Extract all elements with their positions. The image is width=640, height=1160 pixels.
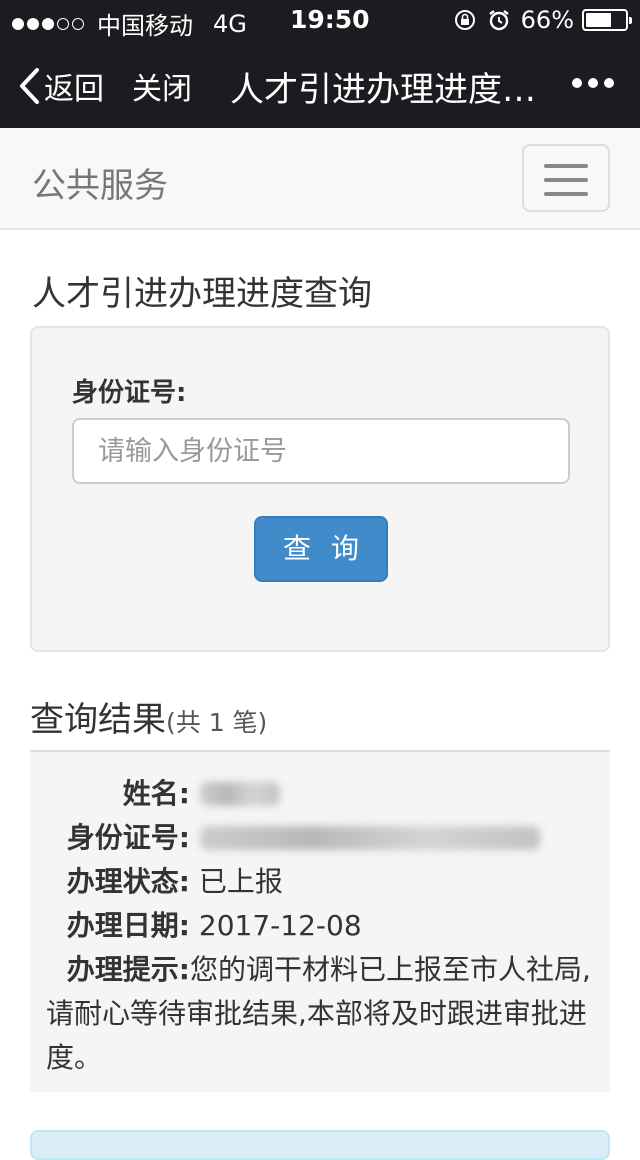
search-button[interactable]: 查询 xyxy=(254,516,388,582)
carrier-name: 中国移动 xyxy=(97,12,193,40)
result-panel: 姓名: 身份证号: 办理状态: 已上报 办理日期: 2017-12-08 办理提… xyxy=(30,752,610,1092)
result-row-date: 办理日期: 2017-12-08 xyxy=(46,904,362,944)
query-form: 身份证号: 查询 xyxy=(30,326,610,652)
status-value: 已上报 xyxy=(198,865,283,898)
tip-key: 办理提示: xyxy=(66,953,190,986)
page-title: 人才引进办理进度查询 xyxy=(230,70,540,110)
date-value: 2017-12-08 xyxy=(198,909,362,942)
back-button[interactable]: 返回 xyxy=(18,64,104,108)
signal-group: 中国移动 4G xyxy=(12,6,247,41)
alert-box xyxy=(30,1130,610,1160)
signal-dot-icon xyxy=(42,17,54,30)
query-heading: 人才引进办理进度查询 xyxy=(32,274,372,314)
battery-fill xyxy=(586,13,612,27)
network-type: 4G xyxy=(213,9,247,38)
status-bar: 中国移动 4G 19:50 66% xyxy=(0,0,640,40)
rotation-lock-icon xyxy=(454,10,475,30)
redacted-id xyxy=(200,826,540,850)
hamburger-icon xyxy=(544,178,588,182)
status-time: 19:50 xyxy=(290,5,370,34)
site-navbar: 公共服务 xyxy=(0,128,640,230)
navbar-brand[interactable]: 公共服务 xyxy=(32,158,168,207)
alarm-icon xyxy=(488,10,509,31)
date-key: 办理日期: xyxy=(66,909,190,942)
chevron-left-icon xyxy=(20,68,39,104)
result-heading: 查询结果(共 1 笔) xyxy=(30,692,267,741)
signal-dot-icon xyxy=(27,17,39,30)
battery-icon xyxy=(582,9,632,31)
hamburger-icon xyxy=(544,164,588,168)
signal-dot-icon xyxy=(12,17,24,30)
result-heading-text: 查询结果 xyxy=(30,700,166,740)
battery-percent: 66% xyxy=(520,6,574,34)
result-row-id: 身份证号: xyxy=(46,816,190,856)
more-menu-icon[interactable] xyxy=(566,78,614,88)
id-label: 身份证号: xyxy=(72,378,187,408)
status-key: 办理状态: xyxy=(66,865,190,898)
result-count: (共 1 笔) xyxy=(166,708,268,737)
menu-toggle-button[interactable] xyxy=(522,144,610,212)
result-row-status: 办理状态: 已上报 xyxy=(46,860,283,900)
id-key: 身份证号: xyxy=(66,821,190,854)
close-button[interactable]: 关闭 xyxy=(132,64,192,108)
signal-dot-empty-icon xyxy=(57,17,69,30)
status-right: 66% xyxy=(453,6,632,34)
signal-dot-empty-icon xyxy=(72,17,84,30)
hamburger-icon xyxy=(544,192,588,196)
wechat-nav-bar: 返回 关闭 人才引进办理进度查询 xyxy=(0,40,640,128)
name-key: 姓名: xyxy=(122,777,190,810)
result-row-tip: 办理提示: 您的调干材料已上报至市人社局,请耐心等待审批结果,本部将及时跟进审批… xyxy=(46,948,606,1080)
id-number-input[interactable] xyxy=(72,418,570,484)
back-label: 返回 xyxy=(44,72,104,107)
result-row-name: 姓名: xyxy=(46,772,190,812)
redacted-name xyxy=(200,782,280,806)
